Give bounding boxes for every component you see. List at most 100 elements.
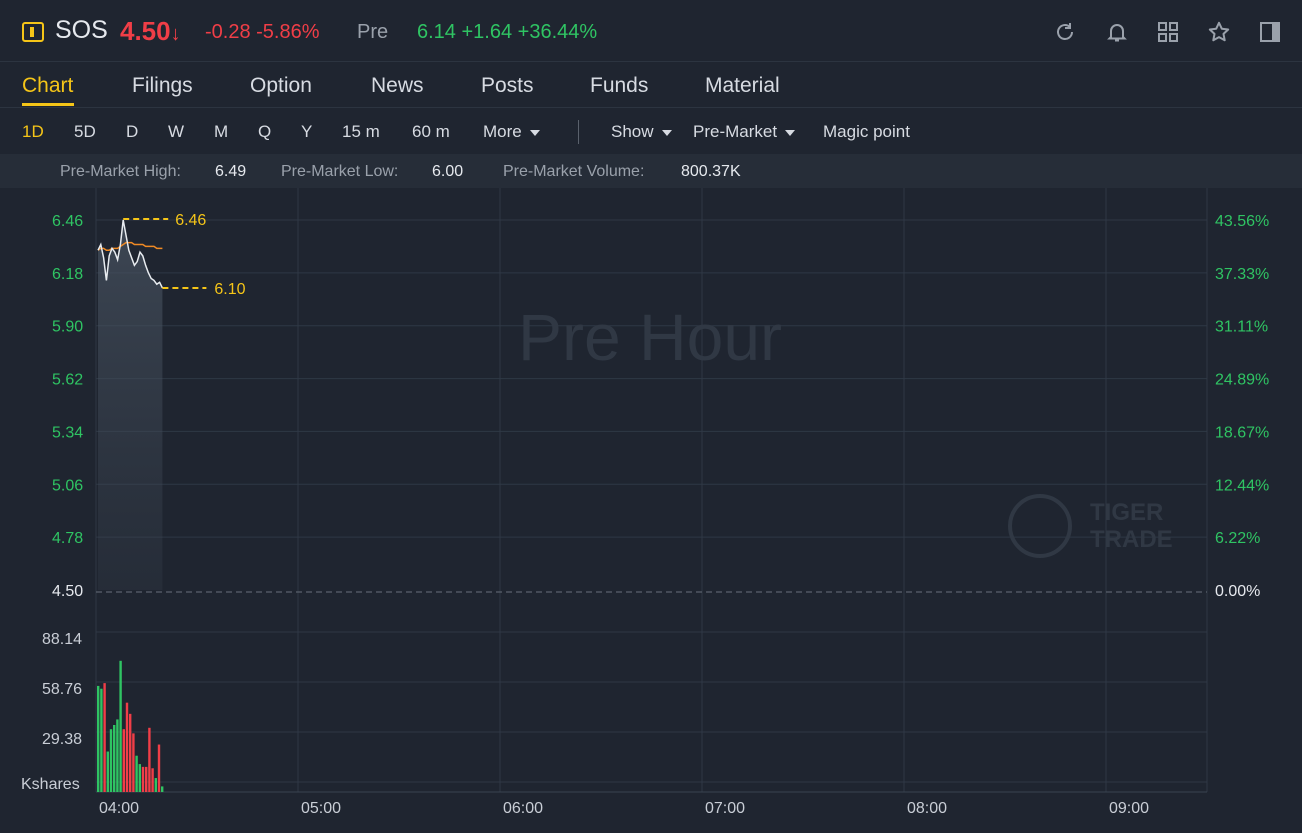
volume-bar xyxy=(138,764,141,792)
tab-filings[interactable]: Filings xyxy=(132,74,193,98)
chart-toolbar: 1D 5D D W M Q Y 15 m 60 m More Show Pre-… xyxy=(0,108,1302,154)
show-label: Show xyxy=(611,122,654,141)
price-change: -0.28 -5.86% xyxy=(205,21,320,43)
brand-watermark-line1: TIGER xyxy=(1090,499,1163,526)
time-tick-label: 04:00 xyxy=(99,800,139,817)
volume-bar xyxy=(145,766,148,792)
tab-option[interactable]: Option xyxy=(250,74,312,98)
price-tick-label: 4.78 xyxy=(52,530,83,547)
percent-tick-label: 12.44% xyxy=(1215,477,1269,494)
price-tick-label: 4.50 xyxy=(52,583,83,600)
period-quarter[interactable]: Q xyxy=(258,122,271,142)
price-tick-label: 5.34 xyxy=(52,424,83,441)
tiger-logo-icon xyxy=(1008,494,1072,558)
session-label: Pre-Market xyxy=(693,122,778,141)
tab-news[interactable]: News xyxy=(371,74,424,98)
volume-bar xyxy=(129,713,132,792)
grid-icon[interactable] xyxy=(1156,20,1180,44)
average-price-line xyxy=(97,241,163,251)
pre-high-value: 6.49 xyxy=(215,163,247,180)
volume-bar xyxy=(148,727,151,792)
price-tick-label: 5.90 xyxy=(52,319,83,336)
magic-point-button[interactable]: Magic point xyxy=(823,122,910,142)
percent-tick-label: 0.00% xyxy=(1215,583,1260,600)
quote-header: SOS 4.50↓ -0.28 -5.86% Pre 6.14 +1.64 +3… xyxy=(0,0,1302,62)
tab-funds[interactable]: Funds xyxy=(590,74,648,98)
period-60m[interactable]: 60 m xyxy=(412,122,450,142)
bell-icon[interactable] xyxy=(1105,20,1129,44)
show-dropdown[interactable]: Show xyxy=(611,122,672,142)
chevron-down-icon xyxy=(785,129,796,136)
period-month[interactable]: M xyxy=(214,122,228,142)
pre-hour-watermark: Pre Hour xyxy=(518,300,782,374)
pre-low-label: Pre-Market Low: xyxy=(281,163,399,180)
more-dropdown[interactable]: More xyxy=(483,122,540,142)
chevron-down-icon xyxy=(661,129,672,136)
volume-tick-label: 88.14 xyxy=(42,631,82,648)
volume-bar xyxy=(125,702,129,792)
last-marker-label: 6.10 xyxy=(214,281,245,298)
active-tab-indicator xyxy=(22,103,74,106)
time-tick-label: 09:00 xyxy=(1109,800,1149,817)
session-dropdown[interactable]: Pre-Market xyxy=(693,122,796,142)
percent-tick-label: 31.11% xyxy=(1215,319,1268,336)
percent-tick-label: 24.89% xyxy=(1215,372,1269,389)
volume-bar xyxy=(113,725,116,792)
refresh-icon[interactable] xyxy=(1053,20,1077,44)
volume-tick-label: 58.76 xyxy=(42,681,82,698)
percent-tick-label: 37.33% xyxy=(1215,266,1269,283)
pre-high-label: Pre-Market High: xyxy=(60,163,181,180)
section-tabs: Chart Filings Option News Posts Funds Ma… xyxy=(0,62,1302,108)
down-arrow-icon: ↓ xyxy=(170,23,181,45)
volume-bar xyxy=(151,768,154,792)
pre-low-value: 6.00 xyxy=(432,163,464,180)
brand-watermark-line2: TRADE xyxy=(1090,526,1173,553)
percent-tick-label: 18.67% xyxy=(1215,424,1269,441)
price-tick-label: 6.18 xyxy=(52,266,83,283)
star-icon[interactable] xyxy=(1207,20,1231,44)
volume-bar xyxy=(103,683,106,792)
toolbar-divider xyxy=(578,120,579,144)
volume-bar xyxy=(132,733,135,792)
volume-tick-label: 29.38 xyxy=(42,731,82,748)
price-chart[interactable]: Pre Hour TIGERTRADE 6.46 6.18 5.90 5.62 5.34 5.… xyxy=(0,188,1302,833)
tab-posts[interactable]: Posts xyxy=(481,74,534,98)
period-week[interactable]: W xyxy=(168,122,184,142)
high-marker-label: 6.46 xyxy=(175,212,206,229)
period-5d[interactable]: 5D xyxy=(74,122,96,142)
pre-volume-label: Pre-Market Volume: xyxy=(503,163,645,180)
time-tick-label: 05:00 xyxy=(301,800,341,817)
volume-bar xyxy=(116,719,119,792)
price-tick-label: 5.62 xyxy=(52,372,83,389)
percent-tick-label: 43.56% xyxy=(1215,213,1269,230)
last-price: 4.50↓ xyxy=(120,16,181,46)
tab-chart[interactable]: Chart xyxy=(22,74,73,98)
time-tick-label: 08:00 xyxy=(907,800,947,817)
period-day[interactable]: D xyxy=(126,122,138,142)
time-tick-label: 07:00 xyxy=(705,800,745,817)
volume-bar xyxy=(122,729,125,792)
period-15m[interactable]: 15 m xyxy=(342,122,380,142)
percent-tick-label: 6.22% xyxy=(1215,530,1260,547)
volume-bar xyxy=(106,751,109,792)
volume-bar xyxy=(161,786,164,792)
volume-unit-label: Kshares xyxy=(21,776,80,793)
volume-bar xyxy=(157,744,161,792)
volume-bar xyxy=(154,778,157,792)
tab-material[interactable]: Material xyxy=(705,74,780,98)
pre-volume-value: 800.37K xyxy=(681,163,741,180)
chevron-down-icon xyxy=(529,129,540,136)
volume-bar xyxy=(109,729,113,792)
pre-market-stats: Pre-Market High: 6.49 Pre-Market Low: 6.… xyxy=(0,154,1302,188)
volume-bar xyxy=(119,660,122,792)
panel-toggle-icon[interactable] xyxy=(1258,20,1282,44)
ticker-symbol: SOS xyxy=(55,16,108,44)
pre-market-quote: 6.14 +1.64 +36.44% xyxy=(417,21,598,43)
price-tick-label: 6.46 xyxy=(52,213,83,230)
volume-bar xyxy=(97,685,100,792)
ticker-badge-icon xyxy=(22,22,44,42)
period-year[interactable]: Y xyxy=(301,122,312,142)
time-tick-label: 06:00 xyxy=(503,800,543,817)
period-1d[interactable]: 1D xyxy=(22,122,44,142)
pre-market-label: Pre xyxy=(357,21,389,43)
